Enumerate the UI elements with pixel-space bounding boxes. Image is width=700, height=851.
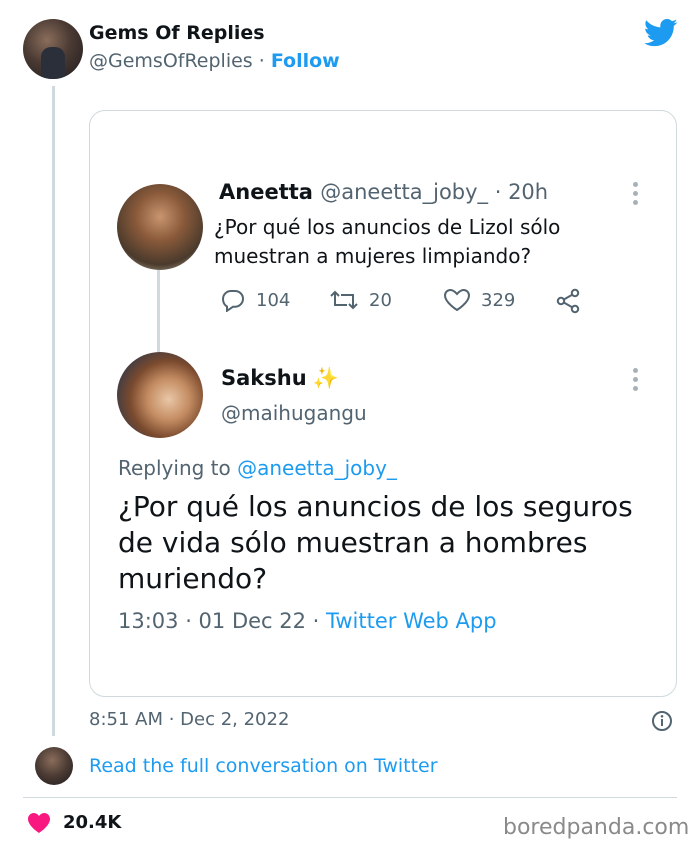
like-count-original: 329 [481,289,516,311]
watermark: boredpanda.com [503,815,690,840]
original-handle-time: @aneetta_joby_ · 20h [320,180,549,204]
original-avatar [117,184,203,270]
author-avatar[interactable] [23,19,83,79]
replying-mention: @aneetta_joby_ [237,456,397,480]
author-handle-row: @GemsOfReplies · Follow [89,50,340,72]
original-name: Aneetta [219,180,313,204]
author-avatar-small[interactable] [35,747,73,785]
like-count[interactable]: 20.4K [63,812,121,833]
reply-action: 104 [220,288,290,312]
reply-avatar [117,352,203,438]
like-icon [443,288,471,312]
author-name[interactable]: Gems Of Replies [89,22,265,44]
retweet-action: 20 [329,288,392,312]
info-icon[interactable] [651,710,673,732]
retweet-count: 20 [369,289,392,311]
reply-time: 13:03 · 01 Dec 22 · [118,609,327,633]
reply-name: Sakshu [221,366,307,390]
read-conversation-link[interactable]: Read the full conversation on Twitter [89,755,438,777]
more-dots-icon [633,368,639,392]
retweet-icon [330,290,358,310]
replying-to-line: Replying to @aneetta_joby_ [118,456,397,480]
embed-timestamp[interactable]: 8:51 AM · Dec 2, 2022 [89,709,289,730]
reply-count: 104 [256,289,291,311]
reply-handle: @maihugangu [221,401,367,425]
share-icon [556,288,580,314]
twitter-bird-icon[interactable] [644,18,678,48]
thread-line [52,86,55,736]
original-actions: 104 20 329 [0,288,700,316]
reply-tweet-text: ¿Por qué los anuncios de los seguros de … [118,490,633,595]
reply-app: Twitter Web App [326,609,497,633]
like-action: 329 [443,288,515,312]
reply-name-row: Sakshu ✨ [221,366,339,391]
heart-icon[interactable] [27,812,51,834]
replying-prefix: Replying to [118,456,238,480]
more-dots-icon [633,182,639,206]
original-header: Aneetta @aneetta_joby_ · 20h [219,180,548,204]
reply-meta: 13:03 · 01 Dec 22 · Twitter Web App [118,609,497,633]
original-tweet-text: ¿Por qué los anuncios de Lizol sólo mues… [214,215,561,268]
reply-icon [221,290,245,312]
separator: · [252,50,271,72]
author-handle[interactable]: @GemsOfReplies [89,50,253,72]
divider [23,797,677,798]
share-action [555,288,581,314]
follow-button[interactable]: Follow [271,50,340,72]
sparkles-icon: ✨ [312,366,339,390]
